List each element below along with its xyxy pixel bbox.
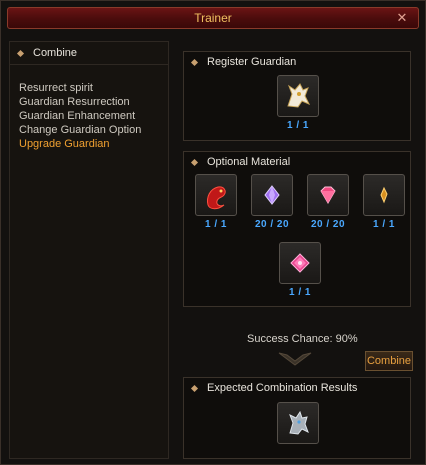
material-slot-box[interactable] <box>307 174 349 216</box>
register-guardian-section: Register Guardian 1 / 1 <box>183 51 411 141</box>
expected-results-header: Expected Combination Results <box>184 378 410 398</box>
material-slot-box[interactable] <box>279 242 321 284</box>
success-chance: Success Chance: 90% <box>247 333 358 345</box>
material-count: 20 / 20 <box>254 219 290 230</box>
material-slot-box[interactable] <box>195 174 237 216</box>
pink-gem-icon <box>320 186 336 204</box>
combine-button[interactable]: Combine <box>365 351 413 371</box>
ornament-icon <box>278 352 312 366</box>
title-bar: Trainer ✕ <box>7 7 419 29</box>
guardian-slot-box[interactable] <box>277 75 319 117</box>
menu-item-resurrect-spirit[interactable]: Resurrect spirit <box>19 81 168 95</box>
pink-crystal-icon <box>290 253 310 273</box>
material-slot-pink-gem[interactable]: 20 / 20 <box>306 174 350 230</box>
material-slot-gold-shard[interactable]: 1 / 1 <box>362 174 406 230</box>
material-slot-pink-crystal[interactable]: 1 / 1 <box>278 242 322 298</box>
close-icon[interactable]: ✕ <box>395 11 409 25</box>
optional-material-section: Optional Material 1 / 1 20 / 20 20 / 20 … <box>183 151 411 307</box>
diamond-bullet-icon <box>190 58 199 66</box>
diamond-bullet-icon <box>16 49 25 57</box>
material-count: 1 / 1 <box>373 219 395 230</box>
material-count: 1 / 1 <box>289 287 311 298</box>
silver-guardian-icon <box>289 410 309 435</box>
material-slot-purple-gem[interactable]: 20 / 20 <box>250 174 294 230</box>
material-slot-box[interactable] <box>251 174 293 216</box>
guardian-horse-icon <box>287 83 311 108</box>
trainer-window: Trainer ✕ Combine Resurrect spirit Guard… <box>0 0 426 465</box>
result-slot[interactable] <box>276 402 320 444</box>
combine-header: Combine <box>10 42 168 65</box>
guardian-slot-count: 1 / 1 <box>287 120 309 131</box>
menu-item-upgrade-guardian[interactable]: Upgrade Guardian <box>19 137 168 151</box>
material-count: 20 / 20 <box>310 219 346 230</box>
purple-gem-icon <box>264 185 280 205</box>
window-title: Trainer <box>194 11 232 25</box>
menu-item-guardian-resurrection[interactable]: Guardian Resurrection <box>19 95 168 109</box>
material-slot-red-dragon[interactable]: 1 / 1 <box>194 174 238 230</box>
material-count: 1 / 1 <box>205 219 227 230</box>
combine-menu-panel: Combine Resurrect spirit Guardian Resurr… <box>9 41 169 459</box>
material-slot-box[interactable] <box>363 174 405 216</box>
register-guardian-header: Register Guardian <box>184 52 410 72</box>
optional-material-header: Optional Material <box>184 152 410 172</box>
expected-results-section: Expected Combination Results <box>183 377 411 459</box>
combine-menu: Resurrect spirit Guardian Resurrection G… <box>10 65 168 151</box>
diamond-bullet-icon <box>190 384 199 392</box>
combine-header-label: Combine <box>33 47 78 59</box>
guardian-slot[interactable]: 1 / 1 <box>276 75 320 131</box>
gold-shard-icon <box>380 186 388 204</box>
red-dragon-icon <box>207 186 226 210</box>
result-slot-box[interactable] <box>277 402 319 444</box>
expected-results-label: Expected Combination Results <box>207 382 358 394</box>
menu-item-change-guardian-option[interactable]: Change Guardian Option <box>19 123 168 137</box>
optional-material-label: Optional Material <box>207 156 291 168</box>
diamond-bullet-icon <box>190 158 199 166</box>
register-guardian-label: Register Guardian <box>207 56 297 68</box>
menu-item-guardian-enhancement[interactable]: Guardian Enhancement <box>19 109 168 123</box>
upgrade-panel: Register Guardian 1 / 1 Optional Materia… <box>179 41 419 461</box>
